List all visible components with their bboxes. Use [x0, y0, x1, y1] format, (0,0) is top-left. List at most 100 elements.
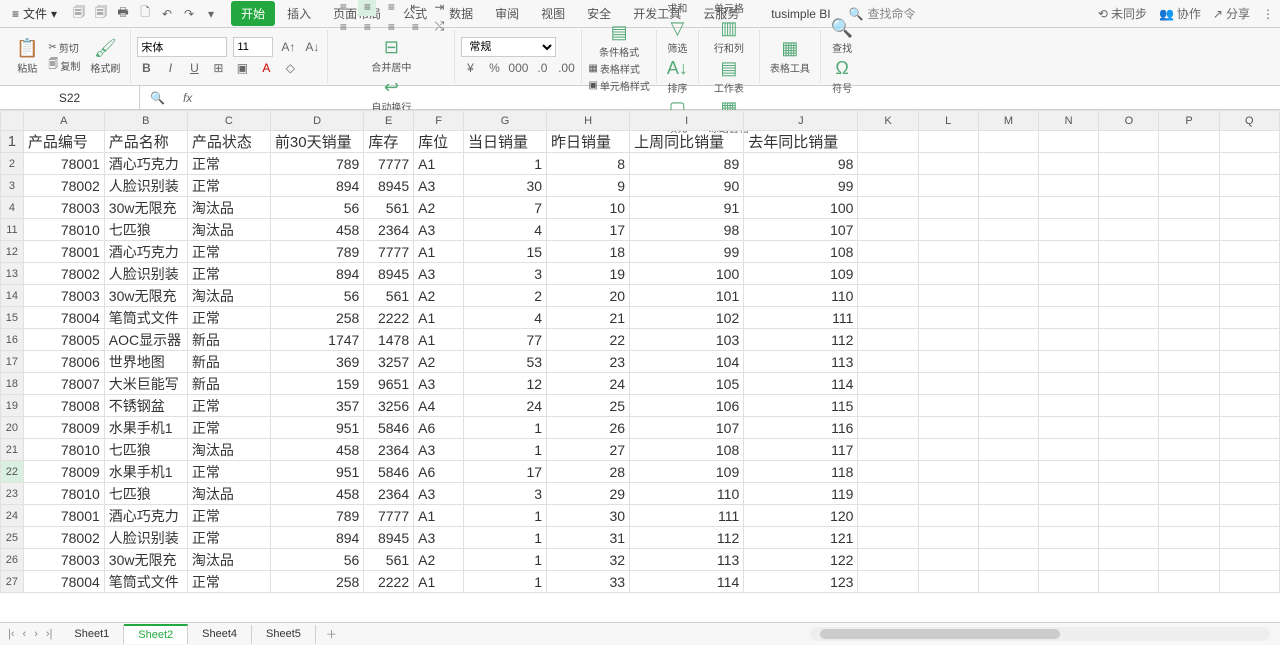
cell[interactable]: 正常 — [187, 153, 270, 175]
sheet-tab-Sheet5[interactable]: Sheet5 — [252, 625, 316, 644]
cell[interactable]: A3 — [414, 175, 464, 197]
cell[interactable] — [978, 417, 1038, 439]
cell[interactable]: A1 — [414, 307, 464, 329]
cell[interactable] — [858, 417, 918, 439]
cell[interactable]: 淘汰品 — [187, 483, 270, 505]
cell[interactable] — [1219, 263, 1279, 285]
border-icon[interactable]: ⊞ — [209, 59, 227, 77]
cell[interactable] — [1159, 175, 1219, 197]
cell[interactable]: 106 — [630, 395, 744, 417]
cell[interactable]: 78008 — [23, 395, 104, 417]
cell[interactable]: 111 — [630, 505, 744, 527]
col-header-L[interactable]: L — [918, 111, 978, 131]
cell[interactable]: 七匹狼 — [104, 439, 187, 461]
cut-button[interactable]: ✂ 剪切 — [48, 40, 80, 55]
cell[interactable]: 23 — [547, 351, 630, 373]
cell[interactable]: 新品 — [187, 329, 270, 351]
cell[interactable] — [1159, 395, 1219, 417]
col-header-A[interactable]: A — [23, 111, 104, 131]
saveas-icon[interactable]: 🗐 — [93, 6, 109, 22]
cell[interactable] — [1159, 241, 1219, 263]
cell[interactable]: 淘汰品 — [187, 285, 270, 307]
cell[interactable]: 3257 — [364, 351, 414, 373]
cell[interactable]: 32 — [547, 549, 630, 571]
cell[interactable] — [1219, 351, 1279, 373]
cell[interactable]: 105 — [630, 373, 744, 395]
cell[interactable] — [1099, 197, 1159, 219]
name-box[interactable]: S22 — [0, 86, 140, 109]
cell[interactable]: 新品 — [187, 351, 270, 373]
cell[interactable]: 29 — [547, 483, 630, 505]
cell[interactable] — [1099, 571, 1159, 593]
cell[interactable] — [1099, 505, 1159, 527]
cell[interactable]: 78003 — [23, 197, 104, 219]
print-icon[interactable]: 🖶 — [115, 6, 131, 22]
cell[interactable]: 56 — [270, 549, 363, 571]
sheet-next-icon[interactable]: › — [34, 628, 38, 640]
cell[interactable] — [858, 285, 918, 307]
indent-dec-icon[interactable]: ⇤ — [406, 0, 424, 16]
cell[interactable] — [1159, 417, 1219, 439]
cell[interactable] — [858, 197, 918, 219]
more-icon[interactable]: ⋮ — [1262, 5, 1274, 22]
col-header-M[interactable]: M — [978, 111, 1038, 131]
cell[interactable]: 5846 — [364, 461, 414, 483]
cell[interactable] — [978, 483, 1038, 505]
cell[interactable]: 正常 — [187, 241, 270, 263]
cell[interactable] — [1039, 483, 1099, 505]
sheet-prev-icon[interactable]: ‹ — [23, 628, 27, 640]
cell[interactable]: 正常 — [187, 461, 270, 483]
cell[interactable] — [1039, 549, 1099, 571]
indent-inc-icon[interactable]: ⇥ — [430, 0, 448, 16]
row-header[interactable]: 21 — [1, 439, 24, 461]
cell[interactable] — [1039, 395, 1099, 417]
save-icon[interactable]: 🗐 — [71, 6, 87, 22]
cell[interactable]: 8 — [547, 153, 630, 175]
cell[interactable] — [918, 153, 978, 175]
cell[interactable]: 1478 — [364, 329, 414, 351]
row-header[interactable]: 26 — [1, 549, 24, 571]
cell[interactable] — [858, 307, 918, 329]
cell[interactable] — [1039, 131, 1099, 153]
collab-button[interactable]: 👥 协作 — [1159, 5, 1201, 22]
sheet-first-icon[interactable]: |‹ — [8, 628, 15, 640]
cell[interactable] — [1039, 241, 1099, 263]
cell[interactable]: 78001 — [23, 241, 104, 263]
cell[interactable] — [858, 153, 918, 175]
clearfmt-icon[interactable]: ◇ — [281, 59, 299, 77]
cell[interactable] — [978, 329, 1038, 351]
cell[interactable] — [918, 527, 978, 549]
row-header[interactable]: 11 — [1, 219, 24, 241]
preview-icon[interactable]: 🗋 — [137, 6, 153, 22]
cell[interactable]: 78003 — [23, 549, 104, 571]
cell[interactable] — [1039, 439, 1099, 461]
col-header-O[interactable]: O — [1099, 111, 1159, 131]
cell[interactable] — [978, 505, 1038, 527]
cell[interactable]: A4 — [414, 395, 464, 417]
cell[interactable] — [918, 571, 978, 593]
cell[interactable] — [1039, 285, 1099, 307]
copy-button[interactable]: 🗐 复制 — [48, 57, 80, 74]
cell[interactable]: 27 — [547, 439, 630, 461]
col-header-Q[interactable]: Q — [1219, 111, 1279, 131]
cell[interactable] — [918, 329, 978, 351]
cell[interactable]: 78002 — [23, 527, 104, 549]
cell[interactable] — [1099, 417, 1159, 439]
file-menu[interactable]: ≡ 文件 ▾ — [6, 3, 63, 24]
cell[interactable]: 78010 — [23, 219, 104, 241]
cell[interactable]: 108 — [744, 241, 858, 263]
cell[interactable] — [978, 351, 1038, 373]
cell[interactable]: 78007 — [23, 373, 104, 395]
cell[interactable]: 水果手机1 — [104, 461, 187, 483]
decrease-font-icon[interactable]: A↓ — [303, 38, 321, 56]
row-header[interactable]: 2 — [1, 153, 24, 175]
cell[interactable] — [918, 505, 978, 527]
cell[interactable]: 108 — [630, 439, 744, 461]
cell[interactable]: 894 — [270, 175, 363, 197]
cell[interactable]: 122 — [744, 549, 858, 571]
align-center-icon[interactable]: ≡ — [358, 18, 376, 36]
cell[interactable]: 120 — [744, 505, 858, 527]
cell[interactable] — [1219, 241, 1279, 263]
cell[interactable] — [858, 219, 918, 241]
cell[interactable] — [1159, 329, 1219, 351]
